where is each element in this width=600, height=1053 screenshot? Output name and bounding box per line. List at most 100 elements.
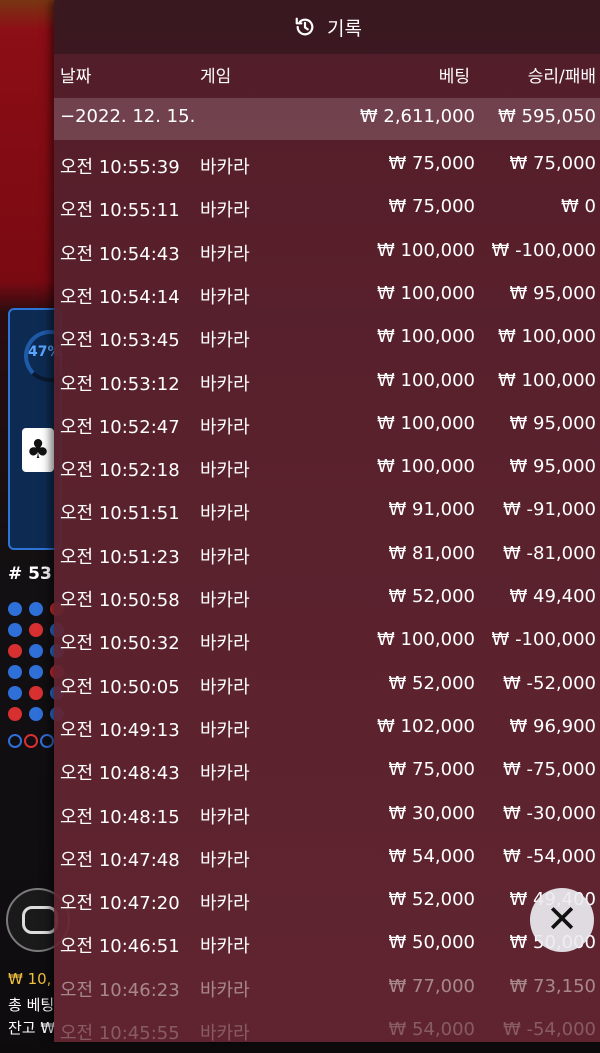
row-time: 오전 10:53:45 <box>60 330 180 352</box>
history-row[interactable]: 오전 10:48:15 바카라 ₩ 30,000 ₩ -30,000 <box>54 794 600 837</box>
roadmap-dot <box>29 665 43 679</box>
roadmap-dot <box>29 707 43 721</box>
row-result: ₩ -30,000 <box>503 802 596 824</box>
row-bet: ₩ 100,000 <box>377 326 475 348</box>
history-row[interactable]: 오전 10:53:12 바카라 ₩ 100,000 ₩ 100,000 <box>54 361 600 404</box>
row-game: 바카라 <box>200 373 250 395</box>
history-row[interactable]: 오전 10:45:55 바카라 ₩ 54,000 ₩ -54,000 <box>54 1010 600 1053</box>
row-bet: ₩ 102,000 <box>377 715 475 737</box>
roadmap-dot <box>29 644 43 658</box>
roadmap-ring <box>40 734 54 748</box>
history-panel: 기록 날짜 게임 베팅 승리/패배 −2022. 12. 15. ₩ 2,611… <box>54 0 600 1044</box>
history-row[interactable]: 오전 10:54:43 바카라 ₩ 100,000 ₩ -100,000 <box>54 231 600 274</box>
column-game: 게임 <box>200 67 232 87</box>
row-bet: ₩ 100,000 <box>377 412 475 434</box>
row-result: ₩ 96,900 <box>509 715 596 737</box>
row-result: ₩ -54,000 <box>503 1019 596 1040</box>
row-bet: ₩ 100,000 <box>377 456 475 478</box>
round-label: # 53 <box>8 564 52 584</box>
history-row[interactable]: 오전 10:55:11 바카라 ₩ 75,000 ₩ 0 <box>54 187 600 230</box>
history-row[interactable]: 오전 10:50:05 바카라 ₩ 52,000 ₩ -52,000 <box>54 664 600 707</box>
row-bet: ₩ 54,000 <box>388 845 475 867</box>
roadmap-dot <box>8 644 22 658</box>
row-game: 바카라 <box>200 1023 250 1044</box>
row-time: 오전 10:50:58 <box>60 590 180 611</box>
row-time: 오전 10:52:47 <box>60 416 180 438</box>
row-game: 바카라 <box>200 979 250 1001</box>
close-button[interactable]: ✕ <box>530 888 594 952</box>
history-row[interactable]: 오전 10:48:43 바카라 ₩ 75,000 ₩ -75,000 <box>54 750 600 793</box>
balance-amount: ₩ 10, <box>8 970 52 988</box>
row-bet: ₩ 75,000 <box>388 196 475 218</box>
row-result: ₩ -54,000 <box>503 845 596 867</box>
history-row[interactable]: 오전 10:50:58 바카라 ₩ 52,000 ₩ 49,400 <box>54 577 600 620</box>
chip-icon <box>22 906 58 934</box>
row-game: 바카라 <box>200 806 250 828</box>
column-result: 승리/패배 <box>527 67 596 87</box>
roadmap-dot <box>8 707 22 721</box>
column-date: 날짜 <box>60 67 92 87</box>
balance-label: 잔고 ₩ <box>8 1019 56 1037</box>
row-bet: ₩ 50,000 <box>388 932 475 954</box>
club-card: ♣ <box>22 428 54 472</box>
row-game: 바카라 <box>200 243 250 265</box>
row-game: 바카라 <box>200 286 250 308</box>
row-bet: ₩ 52,000 <box>388 672 475 694</box>
row-bet: ₩ 100,000 <box>377 282 475 304</box>
roadmap-dot <box>8 686 22 700</box>
roadmap-dot <box>29 602 43 616</box>
row-time: 오전 10:55:11 <box>60 200 180 222</box>
history-row[interactable]: 오전 10:52:18 바카라 ₩ 100,000 ₩ 95,000 <box>54 447 600 490</box>
history-row[interactable]: 오전 10:47:20바카라₩ 52,000₩ 49,400 <box>54 880 600 923</box>
date-summary-row[interactable]: −2022. 12. 15. ₩ 2,611,000 ₩ 595,050 <box>54 98 600 140</box>
row-time: 오전 10:49:13 <box>60 719 180 741</box>
row-bet: ₩ 100,000 <box>377 629 475 651</box>
row-time: 오전 10:46:51 <box>60 936 180 958</box>
row-game: 바카라 <box>200 676 250 698</box>
row-time: 오전 10:55:39 <box>60 157 180 178</box>
row-game: 바카라 <box>200 763 250 785</box>
row-result: ₩ -100,000 <box>491 239 596 261</box>
history-row[interactable]: 오전 10:51:23 바카라 ₩ 81,000 ₩ -81,000 <box>54 534 600 577</box>
row-game: 바카라 <box>200 460 250 482</box>
history-row[interactable]: 오전 10:55:39 바카라 ₩ 75,000 ₩ 75,000 <box>54 144 600 187</box>
row-game: 바카라 <box>200 936 250 958</box>
row-bet: ₩ 100,000 <box>377 239 475 261</box>
roadmap-dot <box>8 602 22 616</box>
row-game: 바카라 <box>200 893 250 915</box>
row-bet: ₩ 81,000 <box>388 542 475 564</box>
row-result: ₩ 95,000 <box>509 412 596 434</box>
history-row[interactable]: 오전 10:53:45 바카라 ₩ 100,000 ₩ 100,000 <box>54 317 600 360</box>
history-row[interactable]: 오전 10:52:47 바카라 ₩ 100,000 ₩ 95,000 <box>54 404 600 447</box>
roadmap-dot <box>8 623 22 637</box>
row-game: 바카라 <box>200 503 250 525</box>
row-time: 오전 10:51:23 <box>60 546 180 568</box>
roadmap-dot <box>29 623 43 637</box>
row-time: 오전 10:48:43 <box>60 763 180 785</box>
row-bet: ₩ 52,000 <box>388 586 475 607</box>
row-time: 오전 10:54:43 <box>60 243 180 265</box>
history-row[interactable]: 오전 10:51:51 바카라 ₩ 91,000 ₩ -91,000 <box>54 490 600 533</box>
row-game: 바카라 <box>200 546 250 568</box>
history-row[interactable]: 오전 10:47:48 바카라 ₩ 54,000 ₩ -54,000 <box>54 837 600 880</box>
row-result: ₩ 100,000 <box>498 326 596 348</box>
row-bet: ₩ 100,000 <box>377 369 475 391</box>
row-time: 오전 10:47:20 <box>60 893 180 915</box>
row-time: 오전 10:51:51 <box>60 503 180 525</box>
row-game: 바카라 <box>200 157 250 178</box>
row-game: 바카라 <box>200 200 250 222</box>
history-row[interactable]: 오전 10:46:23 바카라 ₩ 77,000 ₩ 73,150 <box>54 967 600 1010</box>
row-time: 오전 10:47:48 <box>60 849 180 871</box>
history-row[interactable]: 오전 10:54:14 바카라 ₩ 100,000 ₩ 95,000 <box>54 274 600 317</box>
row-result: ₩ 95,000 <box>509 282 596 304</box>
row-game: 바카라 <box>200 416 250 438</box>
row-time: 오전 10:48:15 <box>60 806 180 828</box>
row-bet: ₩ 75,000 <box>388 759 475 781</box>
row-game: 바카라 <box>200 330 250 352</box>
history-row[interactable]: 오전 10:50:32 바카라 ₩ 100,000 ₩ -100,000 <box>54 620 600 663</box>
close-icon: ✕ <box>546 897 578 941</box>
history-row[interactable]: 오전 10:46:51바카라₩ 50,000₩ 50,000 <box>54 923 600 966</box>
history-row[interactable]: 오전 10:49:13 바카라 ₩ 102,000 ₩ 96,900 <box>54 707 600 750</box>
row-result: ₩ 49,400 <box>509 586 596 607</box>
row-result: ₩ 75,000 <box>509 153 596 174</box>
